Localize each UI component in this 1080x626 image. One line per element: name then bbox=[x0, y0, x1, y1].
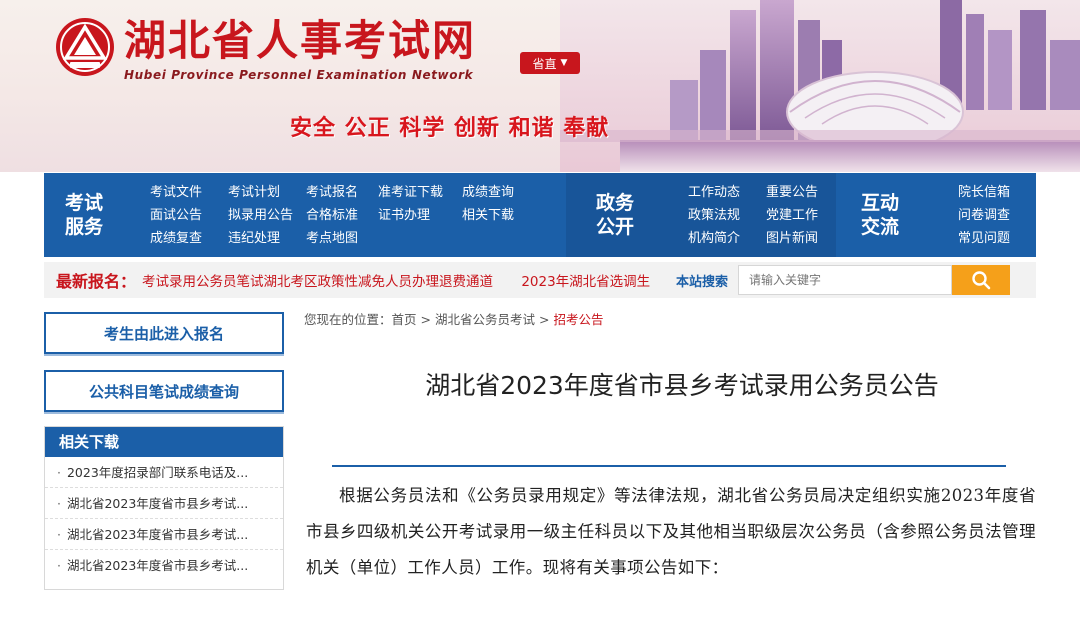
nav-link-pass-standard[interactable]: 合格标准 bbox=[306, 206, 378, 225]
nav-link-downloads[interactable]: 相关下载 bbox=[462, 206, 532, 225]
nav-link-interview-notice[interactable]: 面试公告 bbox=[150, 206, 228, 225]
nav-group-exam-service: 考试 服务 考试文件 考试计划 考试报名 准考证下载 成绩查询 面试公告 拟录用… bbox=[44, 173, 566, 257]
related-downloads-title: 相关下载 bbox=[45, 427, 283, 457]
search-label: 本站搜索 bbox=[676, 274, 729, 290]
main-navigation: 考试 服务 考试文件 考试计划 考试报名 准考证下载 成绩查询 面试公告 拟录用… bbox=[44, 173, 1036, 257]
breadcrumb-current[interactable]: 招考公告 bbox=[554, 312, 604, 327]
related-downloads-list: · 2023年度招录部门联系电话及... · 湖北省2023年度省市县乡考试... … bbox=[45, 457, 283, 581]
caret-down-icon: ▼ bbox=[560, 58, 568, 68]
written-score-query-button[interactable]: 公共科目笔试成绩查询 bbox=[44, 370, 284, 412]
title-divider bbox=[332, 465, 1006, 467]
nav-category-exam-service: 考试 服务 bbox=[64, 192, 103, 238]
nav-link-admission-ticket[interactable]: 准考证下载 bbox=[378, 183, 462, 202]
site-logo-title: 湖北省人事考试网 bbox=[124, 16, 477, 65]
breadcrumb: 您现在的位置：首页 > 湖北省公务员考试 > 招考公告 bbox=[304, 309, 604, 328]
nav-link-policies[interactable]: 政策法规 bbox=[688, 206, 766, 225]
nav-link-exam-registration[interactable]: 考试报名 bbox=[306, 183, 378, 202]
nav-link-survey[interactable]: 问卷调查 bbox=[958, 206, 1028, 225]
nav-link-violations[interactable]: 违纪处理 bbox=[228, 229, 306, 248]
nav-link-director-mailbox[interactable]: 院长信箱 bbox=[958, 183, 1028, 202]
city-skyline-illustration bbox=[560, 0, 1080, 172]
nav-link-venue-map[interactable]: 考点地图 bbox=[306, 229, 378, 248]
nav-category-interaction: 互动 交流 bbox=[860, 192, 899, 238]
latest-item[interactable]: 考试录用公务员笔试湖北考区政策性减免人员办理退费通道 bbox=[142, 274, 493, 290]
nav-group-gov-affairs: 政务 公开 工作动态 重要公告 政策法规 党建工作 机构简介 图片新闻 bbox=[566, 173, 836, 257]
nav-link-score-query[interactable]: 成绩查询 bbox=[462, 183, 532, 202]
nav-link-photo-news[interactable]: 图片新闻 bbox=[766, 229, 836, 248]
region-select-button[interactable]: 省直 ▼ bbox=[520, 52, 580, 74]
header-banner: 湖北省人事考试网 Hubei Province Personnel Examin… bbox=[0, 0, 1080, 172]
nav-link-score-review[interactable]: 成绩复查 bbox=[150, 229, 228, 248]
nav-link-exam-documents[interactable]: 考试文件 bbox=[150, 183, 228, 202]
nav-link-exam-plan[interactable]: 考试计划 bbox=[228, 183, 306, 202]
list-item[interactable]: · 湖北省2023年度省市县乡考试... bbox=[45, 519, 283, 550]
list-item[interactable]: · 湖北省2023年度省市县乡考试... bbox=[45, 550, 283, 581]
latest-label: 最新报名： bbox=[56, 272, 137, 291]
nav-link-about[interactable]: 机构简介 bbox=[688, 229, 766, 248]
related-downloads-panel: 相关下载 · 2023年度招录部门联系电话及... · 湖北省2023年度省市县乡考… bbox=[44, 426, 284, 590]
breadcrumb-prefix: 您现在的位置： bbox=[304, 312, 392, 327]
candidate-entry-button[interactable]: 考生由此进入报名 bbox=[44, 312, 284, 354]
nav-link-hiring-notice[interactable]: 拟录用公告 bbox=[228, 206, 306, 225]
nav-link-certificate[interactable]: 证书办理 bbox=[378, 206, 462, 225]
region-label: 省直 bbox=[532, 56, 557, 71]
hbpta-logo-icon bbox=[56, 18, 114, 76]
search-icon bbox=[972, 271, 991, 290]
breadcrumb-separator: > bbox=[420, 312, 432, 327]
latest-item[interactable]: 2023年湖北省选调生 bbox=[521, 274, 650, 290]
breadcrumb-section[interactable]: 湖北省公务员考试 bbox=[435, 312, 535, 327]
site-logo-english: Hubei Province Personnel Examination Net… bbox=[124, 68, 474, 82]
nav-link-faq[interactable]: 常见问题 bbox=[958, 229, 1028, 248]
search-button[interactable] bbox=[952, 265, 1011, 295]
nav-link-work-news[interactable]: 工作动态 bbox=[688, 183, 766, 202]
breadcrumb-home[interactable]: 首页 bbox=[392, 312, 417, 327]
article-body: 根据公务员法和《公务员录用规定》等法律法规，湖北省公务员局决定组织实施2023年… bbox=[306, 486, 1036, 577]
nav-link-party-work[interactable]: 党建工作 bbox=[766, 206, 836, 225]
latest-registration-bar: 最新报名： 考试录用公务员笔试湖北考区政策性减免人员办理退费通道 2023年湖北… bbox=[44, 262, 1036, 298]
site-slogan: 安全 公正 科学 创新 和谐 奉献 bbox=[290, 116, 610, 141]
breadcrumb-separator: > bbox=[539, 312, 550, 327]
search-input[interactable] bbox=[738, 265, 953, 295]
article-title: 湖北省2023年度省市县乡考试录用公务员公告 bbox=[425, 371, 939, 400]
nav-category-gov-affairs: 政务 公开 bbox=[595, 192, 634, 238]
latest-ticker: 考试录用公务员笔试湖北考区政策性减免人员办理退费通道 2023年湖北省选调生 bbox=[142, 270, 662, 290]
nav-link-important-notice[interactable]: 重要公告 bbox=[766, 183, 836, 202]
nav-group-interaction: 互动 交流 院长信箱 问卷调查 常见问题 bbox=[836, 173, 1036, 257]
list-item[interactable]: · 2023年度招录部门联系电话及... bbox=[45, 457, 283, 488]
list-item[interactable]: · 湖北省2023年度省市县乡考试... bbox=[45, 488, 283, 519]
